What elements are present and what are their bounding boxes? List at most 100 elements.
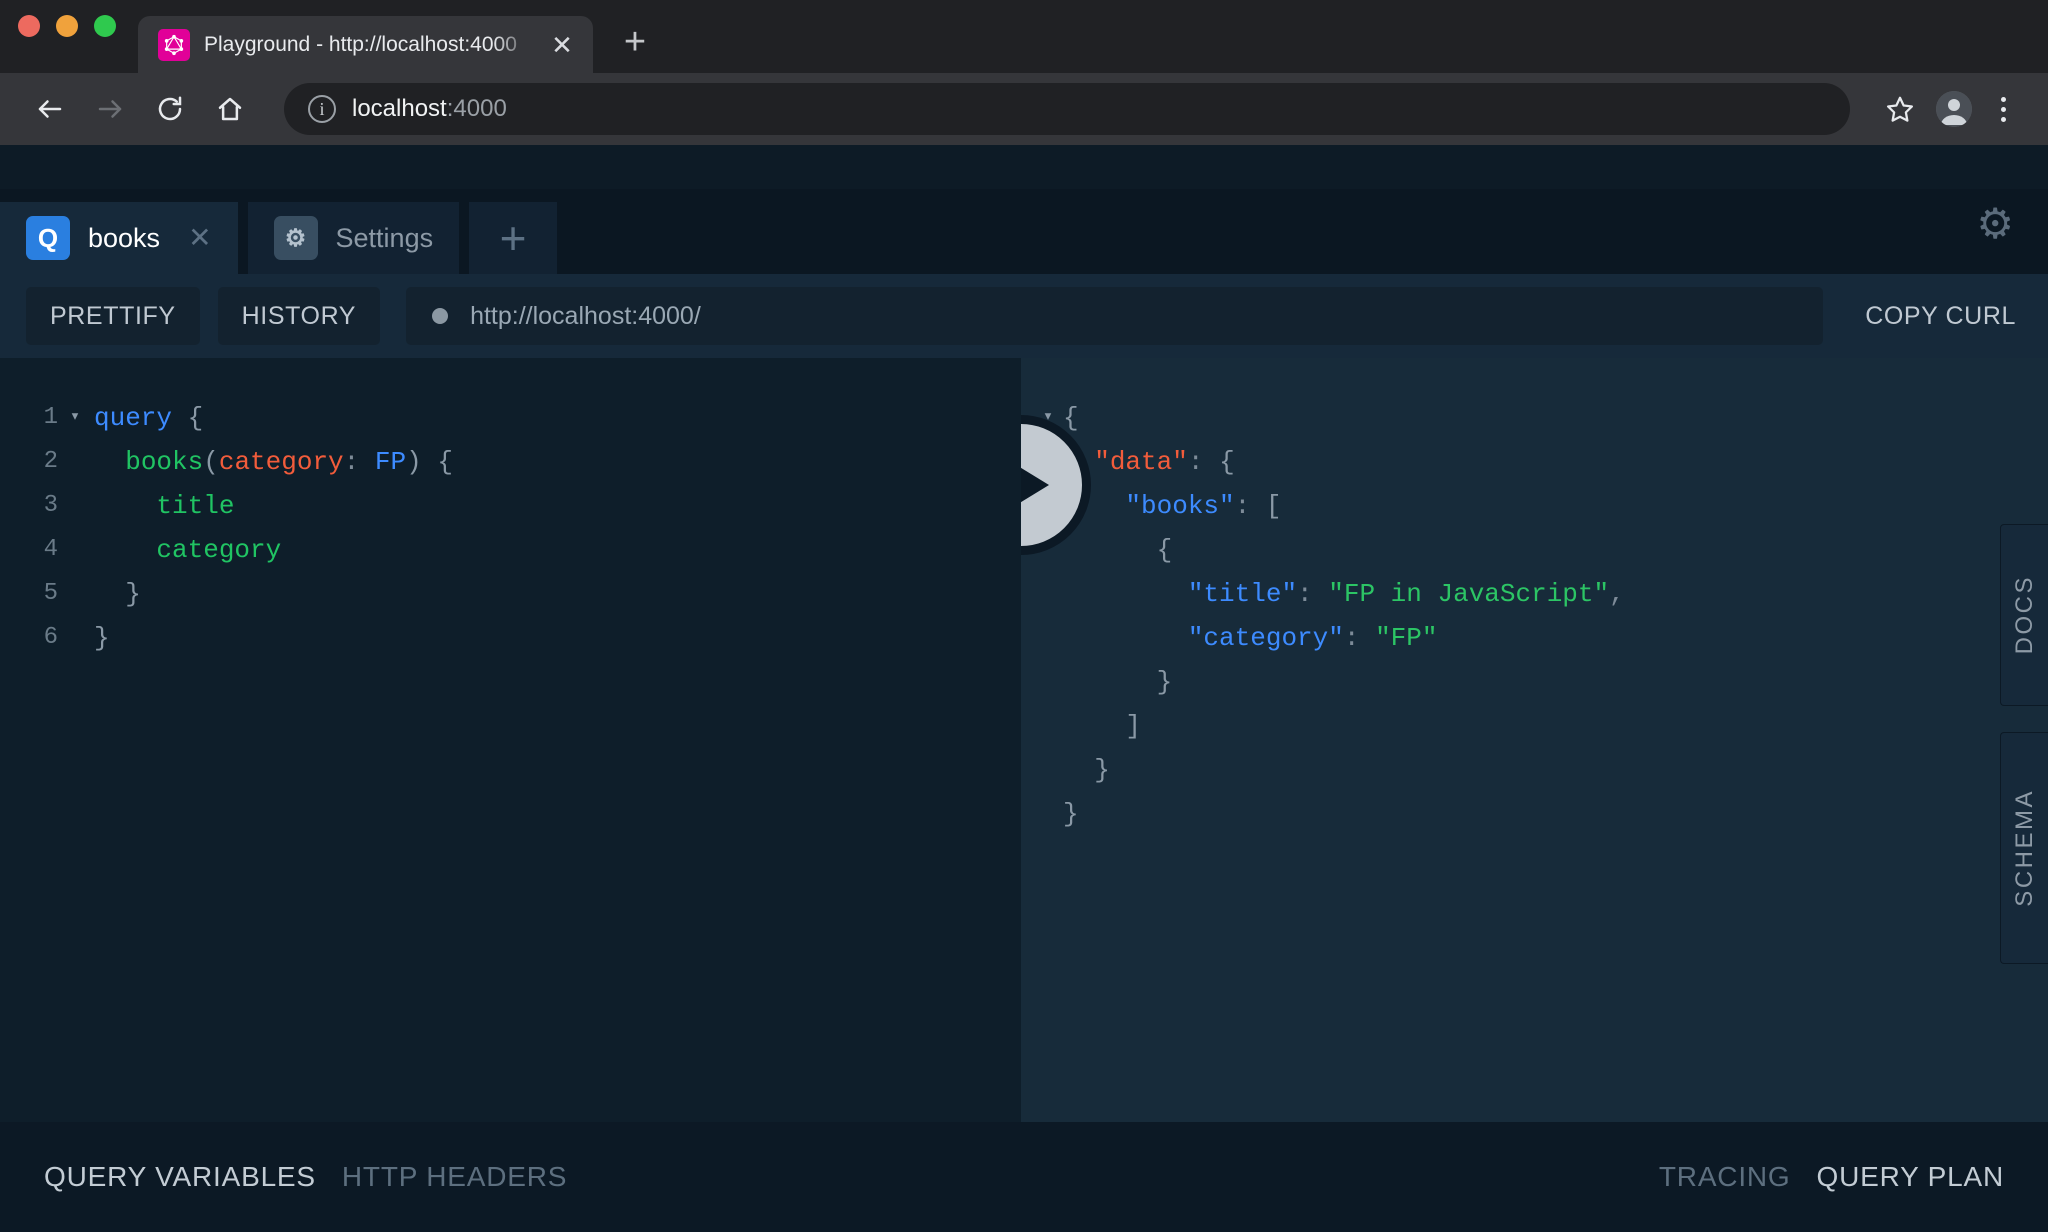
- code-token-punct: [94, 447, 125, 477]
- close-window-button[interactable]: [18, 14, 40, 37]
- code-token-punct: [1063, 623, 1188, 653]
- browser-toolbar: i localhost:4000: [0, 73, 2048, 145]
- copy-curl-button[interactable]: COPY CURL: [1849, 287, 2022, 345]
- graphql-logo-icon: [158, 28, 190, 61]
- minimize-window-button[interactable]: [56, 14, 78, 37]
- code-token-brace: {: [1156, 535, 1173, 565]
- url-host: localhost: [352, 95, 447, 122]
- code-token-punct: [1063, 535, 1157, 565]
- close-icon[interactable]: ✕: [188, 224, 211, 252]
- result-viewer-lines: ▾{▾ "data": {▾ "books": [ { "title": "FP…: [1021, 396, 2048, 836]
- tracing-tab[interactable]: TRACING: [1659, 1161, 1791, 1193]
- code-token-key-blue: "title": [1187, 579, 1298, 609]
- code-token-brace: {: [1063, 403, 1079, 433]
- code-token-brace: }: [94, 623, 110, 653]
- code-token-brace: }: [1063, 799, 1079, 829]
- query-editor-lines: 1 ▾ query {2 books(category: FP) {3 title 4…: [0, 396, 1021, 660]
- browser-tabstrip: Playground - http://localhost:4000 ✕ +: [0, 0, 2048, 73]
- endpoint-input[interactable]: http://localhost:4000/: [406, 287, 1824, 345]
- result-text: "category": "FP": [1057, 616, 1438, 660]
- code-token-brace: {: [187, 403, 204, 433]
- reload-icon[interactable]: [142, 81, 198, 137]
- code-text: books(category: FP) {: [88, 440, 453, 484]
- playground-tab-label: books: [88, 222, 161, 253]
- code-token-field: category: [156, 535, 282, 565]
- code-token-brace: {: [437, 447, 453, 477]
- code-token-arg: category: [218, 447, 344, 477]
- site-info-icon[interactable]: i: [308, 95, 336, 123]
- result-line: }: [1021, 748, 2048, 792]
- browser-tab[interactable]: Playground - http://localhost:4000 ✕: [138, 16, 593, 73]
- playground-tab-books[interactable]: Q books ✕: [0, 202, 238, 274]
- avatar-icon[interactable]: [1936, 91, 1972, 127]
- docs-tab[interactable]: DOCS: [2000, 524, 2048, 706]
- settings-gear-icon[interactable]: ⚙: [1976, 203, 2014, 245]
- code-token-punct: [1063, 667, 1157, 697]
- result-line: }: [1021, 660, 2048, 704]
- code-text: }: [88, 572, 141, 616]
- code-line: 2 books(category: FP) {: [0, 440, 1021, 484]
- address-bar[interactable]: i localhost:4000: [284, 83, 1850, 135]
- code-token-punct: ,: [1609, 579, 1625, 609]
- forward-arrow-icon[interactable]: [82, 81, 138, 137]
- result-line: }: [1021, 792, 2048, 836]
- code-token-punct: :: [1187, 447, 1220, 477]
- code-text: query {: [88, 396, 203, 440]
- line-number: 5: [43, 580, 58, 607]
- playground-tab-settings[interactable]: ⚙ Settings: [247, 202, 460, 274]
- code-token-punct: :: [343, 447, 375, 477]
- address-bar-url: localhost:4000: [352, 95, 507, 123]
- code-token-punct: :: [1297, 579, 1329, 609]
- result-line: "category": "FP": [1021, 616, 2048, 660]
- kebab-menu-icon[interactable]: [1980, 84, 2026, 134]
- result-text: }: [1057, 748, 1110, 792]
- maximize-window-button[interactable]: [94, 14, 116, 37]
- code-line: 5 }: [0, 572, 1021, 616]
- gear-icon: ⚙: [273, 216, 318, 260]
- result-text: ]: [1057, 704, 1141, 748]
- code-token-punct: [1063, 711, 1125, 741]
- result-text: }: [1057, 792, 1079, 836]
- result-text: }: [1057, 660, 1173, 704]
- playground-tabbar: Q books ✕ ⚙ Settings + ⚙: [0, 189, 2048, 274]
- add-tab-button[interactable]: +: [469, 202, 558, 274]
- playground-tab-label: Settings: [335, 222, 434, 253]
- code-token-brace: }: [1094, 755, 1110, 785]
- line-number: 3: [43, 492, 58, 519]
- schema-tab[interactable]: SCHEMA: [2000, 732, 2048, 964]
- docs-tab-label: DOCS: [2010, 575, 2038, 655]
- code-line: 4 category: [0, 528, 1021, 572]
- home-icon[interactable]: [202, 81, 258, 137]
- query-variables-tab[interactable]: QUERY VARIABLES: [44, 1161, 316, 1193]
- fold-toggle-icon[interactable]: ▾: [62, 396, 88, 440]
- code-token-kw: query: [94, 403, 173, 433]
- code-text: }: [88, 616, 110, 660]
- code-token-string: "FP in JavaScript": [1328, 579, 1610, 609]
- code-line: 3 title: [0, 484, 1021, 528]
- browser-tab-title: Playground - http://localhost:4000: [204, 32, 517, 56]
- endpoint-value: http://localhost:4000/: [470, 301, 701, 330]
- query-plan-tab[interactable]: QUERY PLAN: [1817, 1161, 2004, 1193]
- code-token-punct: :: [1343, 623, 1376, 653]
- code-token-brace: }: [1156, 667, 1173, 697]
- code-token-punct: [1063, 579, 1188, 609]
- close-icon[interactable]: ✕: [547, 30, 577, 60]
- star-icon[interactable]: [1872, 81, 1928, 137]
- query-editor[interactable]: 1 ▾ query {2 books(category: FP) {3 title 4…: [0, 358, 1021, 1122]
- result-text: {: [1057, 528, 1173, 572]
- code-token-brace: ): [406, 447, 422, 477]
- history-button[interactable]: HISTORY: [217, 287, 381, 345]
- code-token-val: FP: [374, 447, 407, 477]
- code-token-key-blue: "books": [1125, 491, 1235, 521]
- http-headers-tab[interactable]: HTTP HEADERS: [342, 1161, 567, 1193]
- code-token-field: title: [156, 491, 235, 521]
- code-token-punct: :: [1234, 491, 1266, 521]
- code-token-punct: [94, 535, 156, 565]
- code-token-punct: [422, 447, 438, 477]
- result-line: ▾ "data": {: [1021, 440, 2048, 484]
- prettify-button[interactable]: PRETTIFY: [26, 287, 200, 345]
- back-arrow-icon[interactable]: [22, 81, 78, 137]
- new-tab-button[interactable]: +: [607, 16, 663, 73]
- code-token-key-blue: "category": [1187, 623, 1344, 653]
- result-viewer: ▾{▾ "data": {▾ "books": [ { "title": "FP…: [1021, 358, 2048, 1122]
